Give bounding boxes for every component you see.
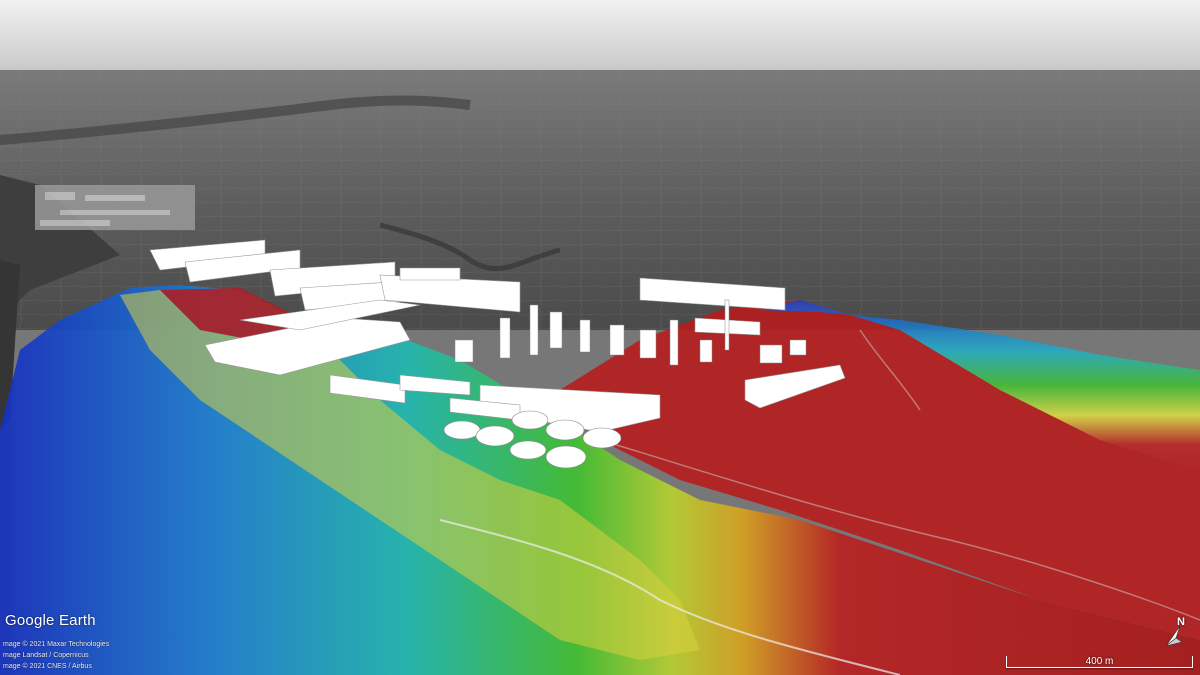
google-earth-logo: Google Earth	[5, 612, 96, 629]
sky	[0, 0, 1200, 72]
scale-bar-label: 400 m	[1085, 656, 1114, 667]
compass[interactable]: N	[1162, 616, 1192, 648]
compass-north-label: N	[1177, 616, 1185, 628]
map-viewport[interactable]: Google Earth mage © 2021 Maxar Technolog…	[0, 0, 1200, 675]
credit-line: mage © 2021 Maxar Technologies	[3, 641, 110, 648]
credit-line: mage Landsat / Copernicus	[3, 652, 89, 659]
scale-bar: 400 m	[1006, 656, 1193, 669]
logo-word-google: Google	[5, 612, 55, 629]
imagery-credits: mage © 2021 Maxar Technologies mage Land…	[3, 639, 109, 672]
airport	[35, 185, 195, 230]
credit-line: mage © 2021 CNES / Airbus	[3, 663, 92, 670]
terrain-view[interactable]	[0, 0, 1200, 675]
logo-word-earth: Earth	[58, 612, 96, 629]
